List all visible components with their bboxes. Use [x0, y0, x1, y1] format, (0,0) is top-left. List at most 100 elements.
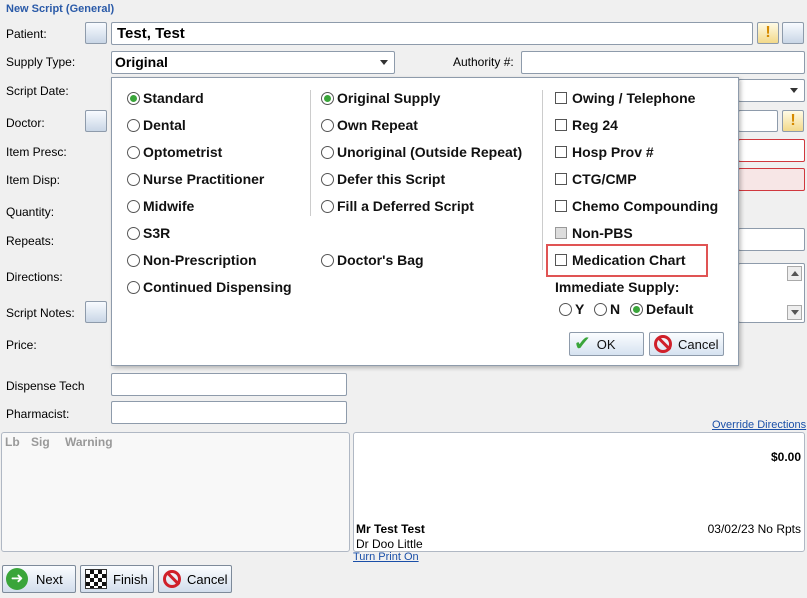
radio-icon: [321, 118, 334, 132]
popup-cancel-button[interactable]: Cancel: [649, 332, 724, 356]
pharmacist-field[interactable]: [111, 401, 347, 424]
radio-fill-deferred[interactable]: Fill a Deferred Script: [321, 198, 474, 214]
doctor-lookup-button[interactable]: [85, 110, 107, 132]
checkbox-icon: [555, 146, 567, 158]
directions-label: Directions:: [6, 270, 63, 284]
directions-field[interactable]: [738, 263, 805, 323]
date-repeats: 03/02/23 No Rpts: [707, 522, 801, 536]
radio-icon: [127, 172, 140, 186]
checkmark-icon: ✔: [574, 333, 591, 355]
radio-icon: [127, 91, 140, 105]
supply-type-select[interactable]: Original: [111, 51, 395, 74]
quantity-label: Quantity:: [6, 205, 55, 219]
check-hosp-prov[interactable]: Hosp Prov #: [555, 144, 654, 160]
arrow-right-icon: ➜: [6, 568, 28, 590]
radio-unoriginal[interactable]: Unoriginal (Outside Repeat): [321, 144, 522, 160]
radio-own-repeat[interactable]: Own Repeat: [321, 117, 418, 133]
radio-non-prescription[interactable]: Non-Prescription: [127, 252, 257, 268]
cancel-button[interactable]: Cancel: [158, 565, 232, 593]
patient-options-button[interactable]: [782, 22, 804, 44]
radio-immediate-n[interactable]: N: [594, 301, 620, 317]
divider: [542, 90, 543, 270]
checkbox-icon: [555, 119, 567, 131]
radio-icon: [321, 91, 334, 105]
radio-icon: [127, 280, 140, 294]
script-notes-button[interactable]: [85, 301, 107, 323]
scroll-down-icon[interactable]: [787, 305, 802, 320]
radio-doctors-bag[interactable]: Doctor's Bag: [321, 252, 424, 268]
divider: [310, 90, 311, 216]
check-reg-24[interactable]: Reg 24: [555, 117, 618, 133]
check-chemo-compounding[interactable]: Chemo Compounding: [555, 198, 718, 214]
scroll-up-icon[interactable]: [787, 266, 802, 281]
item-presc-field[interactable]: [738, 139, 805, 162]
column-header-lb: Lb: [5, 435, 20, 449]
radio-icon: [321, 172, 334, 186]
radio-standard[interactable]: Standard: [127, 90, 204, 106]
chevron-down-icon: [790, 88, 798, 93]
override-directions-link[interactable]: Override Directions: [712, 419, 806, 431]
check-non-pbs: Non-PBS: [555, 225, 633, 241]
supply-type-value: Original: [115, 54, 168, 70]
radio-icon: [321, 145, 334, 159]
medication-chart-highlight: [546, 244, 708, 277]
doctor-label: Doctor:: [6, 116, 45, 130]
radio-dental[interactable]: Dental: [127, 117, 186, 133]
item-disp-field[interactable]: [738, 168, 805, 191]
radio-icon: [321, 253, 334, 267]
chevron-down-icon: [380, 60, 388, 65]
radio-icon: [559, 302, 572, 316]
price-total: $0.00: [770, 450, 801, 464]
cancel-icon: [654, 335, 672, 353]
radio-immediate-y[interactable]: Y: [559, 301, 584, 317]
repeats-field[interactable]: [738, 228, 805, 251]
checkbox-icon: [555, 92, 567, 104]
radio-original-supply[interactable]: Original Supply: [321, 90, 440, 106]
price-label: Price:: [6, 338, 37, 352]
dispense-tech-field[interactable]: [111, 373, 347, 396]
radio-midwife[interactable]: Midwife: [127, 198, 194, 214]
radio-icon: [127, 226, 140, 240]
patient-alert-icon[interactable]: !: [757, 22, 779, 44]
doctor-alert-icon[interactable]: !: [782, 110, 804, 132]
doctor-field[interactable]: [738, 110, 778, 132]
cancel-icon: [163, 570, 181, 588]
radio-icon: [321, 199, 334, 213]
check-owing-telephone[interactable]: Owing / Telephone: [555, 90, 695, 106]
column-header-sig: Sig: [31, 435, 50, 449]
radio-icon: [594, 302, 607, 316]
authority-label: Authority #:: [453, 55, 514, 69]
doctor-name: Dr Doo Little: [356, 537, 423, 551]
item-disp-label: Item Disp:: [6, 173, 61, 187]
check-ctg-cmp[interactable]: CTG/CMP: [555, 171, 637, 187]
next-button[interactable]: ➜ Next: [2, 565, 76, 593]
script-notes-label: Script Notes:: [6, 306, 75, 320]
radio-icon: [630, 302, 643, 316]
radio-nurse-practitioner[interactable]: Nurse Practitioner: [127, 171, 264, 187]
radio-icon: [127, 145, 140, 159]
authority-field[interactable]: [521, 51, 805, 74]
immediate-supply-label: Immediate Supply:: [555, 279, 680, 295]
radio-immediate-default[interactable]: Default: [630, 301, 693, 317]
script-date-label: Script Date:: [6, 84, 69, 98]
ok-button[interactable]: ✔ OK: [569, 332, 644, 356]
patient-field[interactable]: Test, Test: [111, 22, 753, 45]
checkered-flag-icon: [85, 569, 107, 589]
label-preview-panel: $0.00 Mr Test Test 03/02/23 No Rpts Dr D…: [353, 432, 805, 552]
radio-icon: [127, 199, 140, 213]
finish-button[interactable]: Finish: [80, 565, 154, 593]
checkbox-icon: [555, 173, 567, 185]
script-date-field[interactable]: [738, 79, 805, 102]
window-title: New Script (General): [6, 3, 115, 15]
turn-print-on-link[interactable]: Turn Print On: [353, 551, 419, 563]
column-header-warning: Warning: [65, 435, 113, 449]
dispense-tech-label: Dispense Tech: [6, 379, 85, 393]
radio-optometrist[interactable]: Optometrist: [127, 144, 222, 160]
radio-continued-dispensing[interactable]: Continued Dispensing: [127, 279, 292, 295]
patient-lookup-button[interactable]: [85, 22, 107, 44]
pharmacist-label: Pharmacist:: [6, 407, 70, 421]
radio-s3r[interactable]: S3R: [127, 225, 170, 241]
supply-type-label: Supply Type:: [6, 55, 76, 69]
patient-label: Patient:: [6, 27, 47, 41]
radio-defer-script[interactable]: Defer this Script: [321, 171, 445, 187]
